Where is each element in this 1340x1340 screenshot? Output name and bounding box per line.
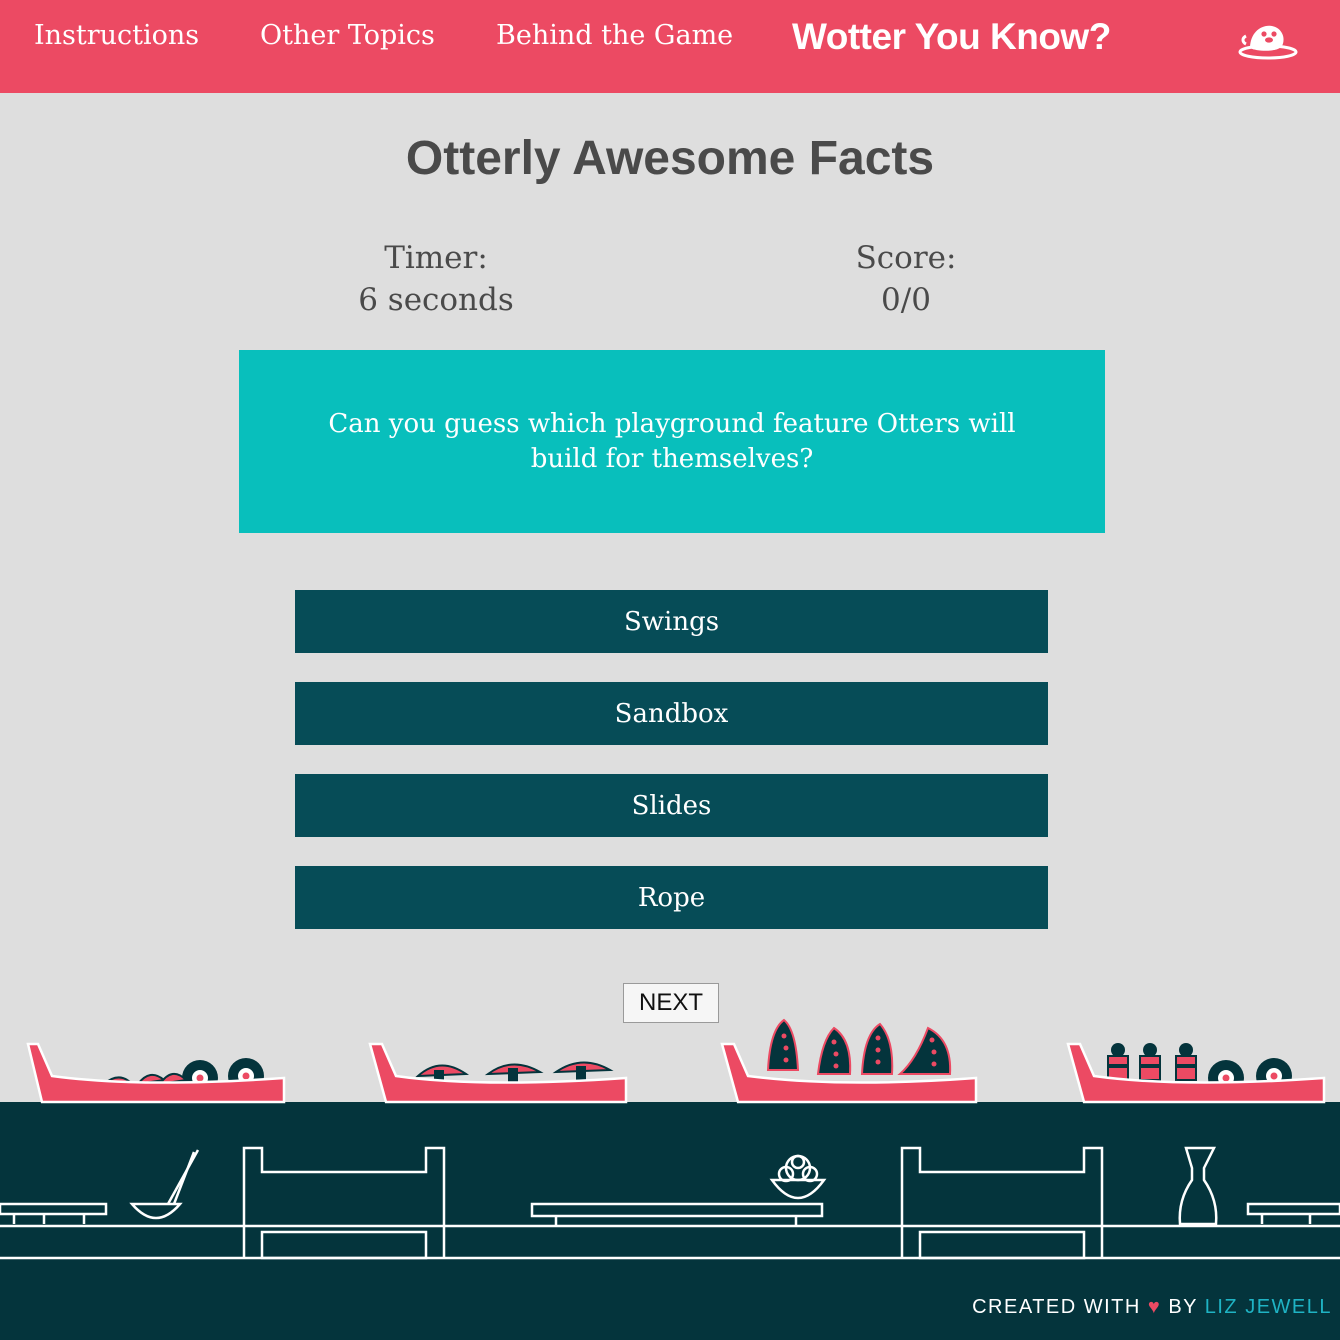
answer-button-rope[interactable]: Rope bbox=[295, 866, 1048, 929]
nav-link-instructions[interactable]: Instructions bbox=[34, 18, 199, 54]
score: Score: 0/0 bbox=[806, 237, 1006, 321]
nav-link-behind-the-game[interactable]: Behind the Game bbox=[496, 18, 733, 54]
answer-button-slides[interactable]: Slides bbox=[295, 774, 1048, 837]
question-card: Can you guess which playground feature O… bbox=[239, 350, 1105, 533]
sushi-boat-1 bbox=[26, 1042, 286, 1104]
sushi-counter-illustration bbox=[0, 1018, 1340, 1340]
by-text: BY bbox=[1168, 1296, 1198, 1318]
score-value: 0/0 bbox=[881, 282, 931, 318]
top-nav: Instructions Other Topics Behind the Gam… bbox=[0, 0, 1340, 93]
footer-credit: CREATED WITH ♥ BY LIZ JEWELL bbox=[972, 1296, 1332, 1319]
score-label: Score: bbox=[855, 240, 957, 276]
sushi-boat-3 bbox=[720, 1018, 978, 1104]
page-title: Otterly Awesome Facts bbox=[405, 132, 935, 185]
author-link[interactable]: LIZ JEWELL bbox=[1205, 1296, 1332, 1318]
timer: Timer: 6 seconds bbox=[336, 237, 536, 321]
timer-label: Timer: bbox=[384, 240, 488, 276]
nav-link-other-topics[interactable]: Other Topics bbox=[260, 18, 435, 54]
timer-value: 6 seconds bbox=[358, 282, 514, 318]
sushi-boat-2 bbox=[368, 1042, 628, 1104]
heart-icon: ♥ bbox=[1147, 1296, 1162, 1318]
created-with-text: CREATED WITH bbox=[972, 1296, 1141, 1318]
answer-button-sandbox[interactable]: Sandbox bbox=[295, 682, 1048, 745]
brand-title[interactable]: Wotter You Know? bbox=[792, 14, 1111, 60]
sushi-boat-4 bbox=[1066, 1042, 1326, 1104]
answer-button-swings[interactable]: Swings bbox=[295, 590, 1048, 653]
question-text: Can you guess which playground feature O… bbox=[328, 408, 1016, 474]
otter-logo-icon[interactable] bbox=[1236, 14, 1300, 62]
